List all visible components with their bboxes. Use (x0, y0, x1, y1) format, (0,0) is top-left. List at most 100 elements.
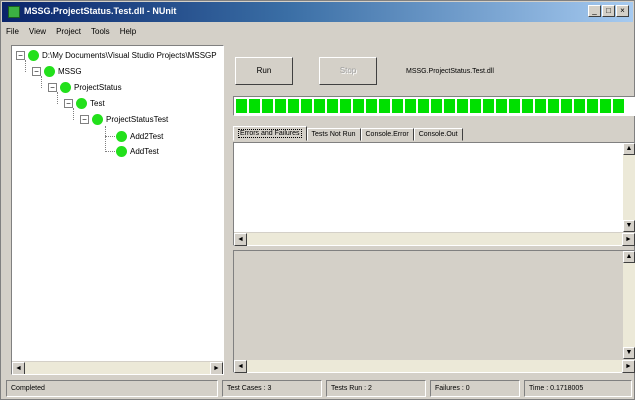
status-state: Completed (6, 380, 218, 397)
progress-block (548, 99, 559, 113)
errors-vertical-scrollbar[interactable]: ▲ ▼ (623, 143, 635, 232)
tree-node-projectstatustest[interactable]: − ProjectStatusTest (80, 113, 168, 125)
tree-node-add2test[interactable]: Add2Test (116, 130, 163, 142)
progress-block (249, 99, 260, 113)
progress-block (353, 99, 364, 113)
progress-block (587, 99, 598, 113)
progress-block (340, 99, 351, 113)
status-time: Time : 0.1718005 (524, 380, 632, 397)
scroll-right-icon[interactable]: ► (210, 362, 223, 374)
trace-vertical-scrollbar[interactable]: ▲ ▼ (623, 251, 635, 359)
menu-file[interactable]: File (6, 27, 19, 36)
tree-node-addtest[interactable]: AddTest (116, 145, 159, 157)
tab-console-error[interactable]: Console.Error (360, 128, 414, 141)
tree-node-mssg[interactable]: − MSSG (32, 65, 82, 77)
progress-bar (233, 96, 635, 116)
window-controls: _ □ × (588, 5, 629, 17)
trace-horizontal-scrollbar[interactable]: ◄ ► (234, 359, 635, 373)
minimize-button[interactable]: _ (588, 5, 601, 17)
scroll-left-icon[interactable]: ◄ (12, 362, 25, 374)
tree-connector (105, 126, 106, 152)
tab-tests-not-run[interactable]: Tests Not Run (306, 128, 361, 141)
collapse-icon[interactable]: − (48, 82, 57, 92)
tab-label: Errors and Failures (238, 129, 302, 138)
progress-block (392, 99, 403, 113)
progress-block (405, 99, 416, 113)
progress-block (327, 99, 338, 113)
progress-block (418, 99, 429, 113)
errors-horizontal-scrollbar[interactable]: ◄ ► (234, 232, 635, 246)
test-tree[interactable]: − D:\My Documents\Visual Studio Projects… (11, 45, 224, 375)
progress-block (288, 99, 299, 113)
scroll-down-icon[interactable]: ▼ (623, 220, 635, 232)
stop-button[interactable]: Stop (319, 57, 377, 85)
tree-node-label: D:\My Documents\Visual Studio Projects\M… (42, 50, 217, 60)
scroll-right-icon[interactable]: ► (622, 360, 635, 373)
tab-console-out[interactable]: Console.Out (413, 128, 463, 141)
errors-list[interactable]: ▲ ▼ ◄ ► (233, 142, 635, 246)
progress-block (444, 99, 455, 113)
tree-node-label: MSSG (58, 66, 82, 76)
collapse-icon[interactable]: − (64, 98, 73, 108)
tree-node-label: Test (90, 98, 105, 108)
tree-connector (57, 92, 58, 104)
collapse-icon[interactable]: − (32, 66, 41, 76)
tree-node-label: Add2Test (130, 131, 164, 141)
progress-block (314, 99, 325, 113)
progress-block (522, 99, 533, 113)
progress-block (496, 99, 507, 113)
tree-node-test[interactable]: − Test (64, 97, 105, 109)
status-failures: Failures : 0 (430, 380, 520, 397)
nunit-app-icon (8, 6, 20, 18)
tree-node-label: AddTest (130, 146, 159, 156)
tree-connector (41, 76, 42, 88)
progress-block (574, 99, 585, 113)
progress-block (535, 99, 546, 113)
progress-block (366, 99, 377, 113)
progress-block (275, 99, 286, 113)
scroll-right-icon[interactable]: ► (622, 233, 635, 246)
title-bar[interactable]: MSSG.ProjectStatus.Test.dll - NUnit _ □ … (2, 2, 633, 22)
passed-status-icon (60, 81, 71, 93)
scroll-down-icon[interactable]: ▼ (623, 347, 635, 359)
progress-block (483, 99, 494, 113)
tree-connector (73, 108, 74, 120)
progress-block (236, 99, 247, 113)
results-tabs: Errors and Failures Tests Not Run Consol… (233, 126, 463, 141)
assembly-name: MSSG.ProjectStatus.Test.dll (406, 68, 494, 75)
scroll-up-icon[interactable]: ▲ (623, 251, 635, 263)
status-test-cases: Test Cases : 3 (222, 380, 322, 397)
scroll-up-icon[interactable]: ▲ (623, 143, 635, 155)
collapse-icon[interactable]: − (16, 50, 25, 60)
scroll-left-icon[interactable]: ◄ (234, 360, 247, 373)
progress-block (431, 99, 442, 113)
scroll-left-icon[interactable]: ◄ (234, 233, 247, 246)
tree-node-label: ProjectStatus (74, 82, 122, 92)
stack-trace-pane[interactable]: ▲ ▼ ◄ ► (233, 250, 635, 373)
menu-tools[interactable]: Tools (91, 27, 110, 36)
status-tests-run: Tests Run : 2 (326, 380, 426, 397)
close-button[interactable]: × (616, 5, 629, 17)
passed-status-icon (28, 49, 39, 61)
menu-help[interactable]: Help (120, 27, 136, 36)
tree-node-root[interactable]: − D:\My Documents\Visual Studio Projects… (16, 49, 217, 61)
nunit-window: MSSG.ProjectStatus.Test.dll - NUnit _ □ … (0, 0, 635, 400)
tree-node-projectstatus[interactable]: − ProjectStatus (48, 81, 122, 93)
progress-block (561, 99, 572, 113)
menu-project[interactable]: Project (56, 27, 81, 36)
run-button[interactable]: Run (235, 57, 293, 85)
window-title: MSSG.ProjectStatus.Test.dll - NUnit (24, 6, 177, 16)
progress-block (600, 99, 611, 113)
passed-status-icon (116, 130, 127, 142)
tab-errors-and-failures[interactable]: Errors and Failures (233, 126, 307, 141)
progress-block (457, 99, 468, 113)
tree-horizontal-scrollbar[interactable]: ◄ ► (12, 361, 223, 374)
menu-view[interactable]: View (29, 27, 46, 36)
passed-status-icon (116, 145, 127, 157)
progress-block (262, 99, 273, 113)
progress-block (470, 99, 481, 113)
maximize-button[interactable]: □ (602, 5, 615, 17)
status-bar: Completed Test Cases : 3 Tests Run : 2 F… (2, 378, 633, 398)
collapse-icon[interactable]: − (80, 114, 89, 124)
passed-status-icon (44, 65, 55, 77)
